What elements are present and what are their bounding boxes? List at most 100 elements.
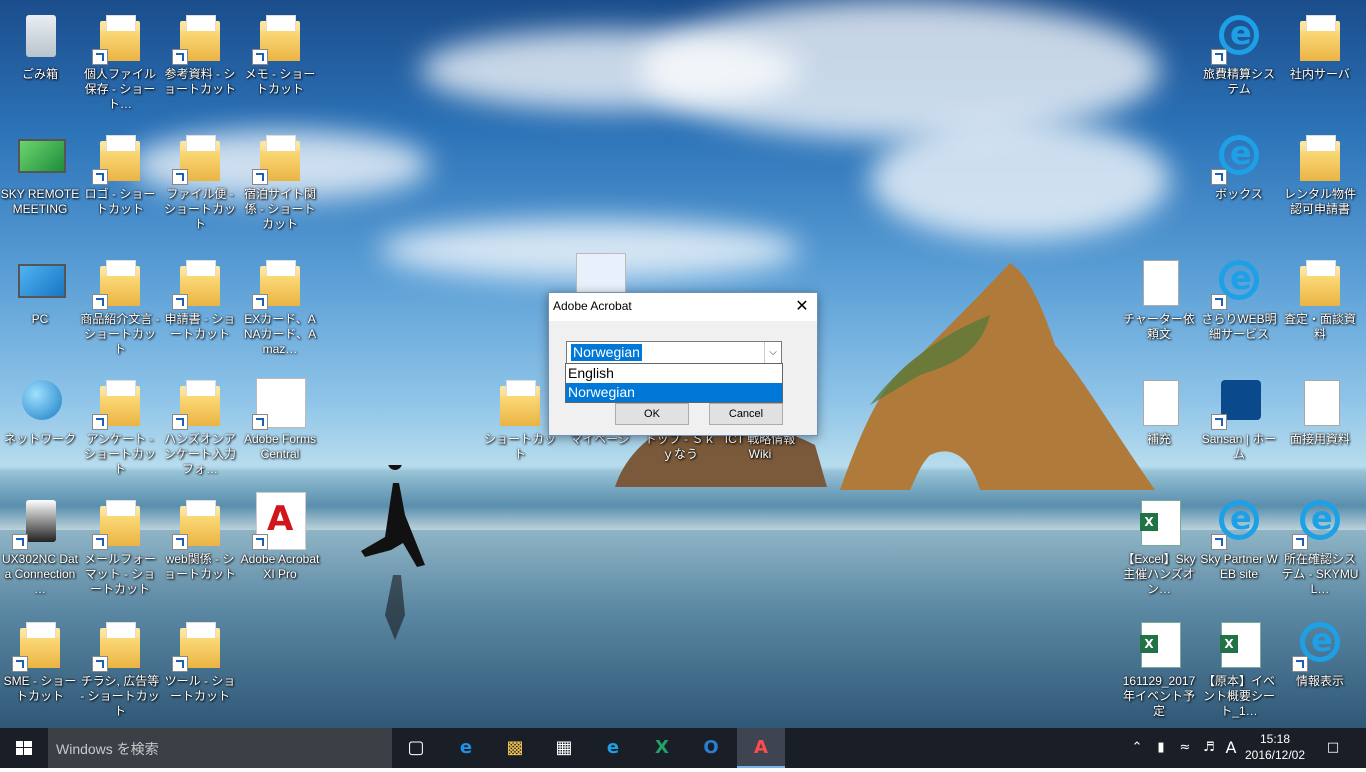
notification-icon[interactable]: □ — [1318, 728, 1348, 768]
desktop-icon-label: 補充 — [1146, 432, 1171, 446]
desktop-icon-label: メモ - ショートカット — [244, 67, 316, 96]
desktop-icon-label: 【Excel】Sky主催ハンズオン… — [1122, 552, 1196, 596]
volume-icon[interactable]: ♬ — [1198, 728, 1220, 768]
desktop-icon-label: SME - ショートカット — [3, 674, 77, 703]
desktop-icon-label: ネットワーク — [3, 432, 76, 446]
desktop-icon-recycle-bin[interactable]: ごみ箱 — [0, 5, 80, 113]
desktop-icon-handson-survey[interactable]: ハンズオンアンケート入力フォ… — [160, 370, 240, 478]
desktop-icon-survey[interactable]: アンケート - ショートカット — [80, 370, 160, 478]
outlook-icon[interactable]: O — [687, 728, 735, 768]
battery-icon[interactable]: ▮ — [1150, 728, 1172, 768]
edge-icon[interactable]: e — [442, 728, 490, 768]
desktop-icon-mail-format[interactable]: メールフォーマット - ショートカット — [80, 490, 160, 598]
acrobat-icon[interactable]: A — [737, 728, 785, 768]
desktop-icon-info-display[interactable]: 情報表示 — [1280, 612, 1360, 720]
excel-icon — [1140, 500, 1181, 546]
wallpaper-cloud — [640, 0, 1160, 140]
desktop-icon-sky-remote-meeting[interactable]: SKY REMOTE MEETING — [0, 125, 80, 233]
ok-button[interactable]: OK — [615, 403, 689, 425]
desktop-icon-internal-server[interactable]: 社内サーバ — [1280, 5, 1360, 113]
desktop-icon-label: 情報表示 — [1295, 674, 1344, 688]
desktop-icon-web[interactable]: web関係 - ショートカット — [160, 490, 240, 598]
desktop-icon-logo[interactable]: ロゴ - ショートカット — [80, 125, 160, 233]
desktop-icon-label: 旅費精算システム — [1202, 67, 1275, 96]
desktop-icon-flyers[interactable]: チラシ, 広告等 - ショートカット — [80, 612, 160, 720]
desktop-icon-sarari-web[interactable]: さらりWEB明細サービス — [1199, 250, 1279, 358]
desktop-icon-label: チャーター依頼文 — [1123, 312, 1195, 341]
ime-indicator[interactable]: A — [1220, 728, 1242, 768]
desktop-icon-hiden[interactable] — [560, 245, 640, 303]
desktop-icon-network[interactable]: ネットワーク — [0, 370, 80, 478]
taskbar-search[interactable]: Windows を検索 — [48, 728, 392, 768]
language-options-list: English Norwegian — [565, 363, 783, 403]
desktop-icon-label: 面接用資料 — [1289, 432, 1350, 446]
desktop-icon-personal-files[interactable]: 個人ファイル保存 - ショート… — [80, 5, 160, 113]
desktop-icon-interview[interactable]: 面接用資料 — [1280, 370, 1360, 478]
desktop-icon-label: UX302NC Data Connection … — [1, 552, 79, 596]
desktop-icon-label: ごみ箱 — [21, 67, 58, 81]
desktop-icon-label: トップ - Ｓｋｙなう — [644, 432, 716, 461]
desktop-icon-label: ハンズオンアンケート入力フォ… — [163, 432, 236, 476]
cancel-button[interactable]: Cancel — [709, 403, 783, 425]
chevron-down-icon[interactable]: ⌵ — [764, 342, 781, 363]
excel-icon — [1140, 622, 1181, 668]
store-icon[interactable]: ▦ — [540, 728, 588, 768]
language-option-norwegian[interactable]: Norwegian — [566, 383, 782, 402]
start-button[interactable] — [0, 728, 48, 768]
folder-icon — [1300, 260, 1340, 306]
chevron-up-icon[interactable]: ⌃ — [1127, 728, 1147, 768]
task-view-icon[interactable]: ▢ — [392, 728, 440, 768]
desktop-icon-ex-card[interactable]: EXカード、ANAカード、Amaz… — [240, 250, 320, 358]
desktop-icon-label: アンケート - ショートカット — [83, 432, 156, 476]
desktop-icon-event-schedule[interactable]: 161129_2017年イベント予定 — [1119, 612, 1199, 720]
desktop-icon-application-forms[interactable]: 申請書 - ショートカット — [160, 250, 240, 358]
language-select[interactable]: Norwegian ⌵ — [566, 341, 782, 364]
wifi-icon[interactable]: ≈ — [1174, 728, 1196, 768]
desktop-icon-sansan[interactable]: Sansan | ホーム — [1199, 370, 1279, 478]
desktop-icon-ux302nc[interactable]: UX302NC Data Connection … — [0, 490, 80, 598]
wallpaper-cloud — [870, 120, 1170, 240]
desktop-icon-label: ロゴ - ショートカット — [84, 187, 156, 216]
desktop-icon-memo[interactable]: メモ - ショートカット — [240, 5, 320, 113]
dialog-titlebar[interactable]: Adobe Acrobat ✕ — [549, 293, 817, 321]
desktop-icon-charter-request[interactable]: チャーター依頼文 — [1119, 250, 1199, 358]
desktop-icon-pc[interactable]: PC — [0, 250, 80, 358]
language-option-english[interactable]: English — [566, 364, 782, 383]
desktop-icon-label: ボックス — [1215, 187, 1263, 201]
desktop-icon-excel-handson[interactable]: 【Excel】Sky主催ハンズオン… — [1119, 490, 1199, 598]
excel-folder-icon — [500, 380, 540, 426]
desktop-icon-forms-central[interactable]: Adobe FormsCentral — [240, 370, 320, 478]
desktop-icon-file-delivery[interactable]: ファイル便 - ショートカット — [160, 125, 240, 233]
excel-icon[interactable]: X — [638, 728, 686, 768]
ie-icon[interactable]: e — [589, 728, 637, 768]
desktop-icon-label: Adobe FormsCentral — [243, 432, 317, 461]
clock[interactable]: 15:18 2016/12/02 — [1242, 731, 1308, 763]
file-explorer-icon[interactable]: ▩ — [491, 728, 539, 768]
network-icon — [22, 380, 62, 420]
desktop-icon-assessment[interactable]: 査定・面談資料 — [1280, 250, 1360, 358]
desktop-icon-rental-approval[interactable]: レンタル物件認可申請書 — [1280, 125, 1360, 233]
desktop-icon-label: ファイル便 - ショートカット — [163, 187, 236, 231]
desktop-icon-label: チラシ, 広告等 - ショートカット — [80, 674, 160, 718]
clock-date: 2016/12/02 — [1244, 748, 1306, 762]
desktop-icon-label: ICT 戦略情報 Wiki — [724, 432, 796, 461]
document-icon — [1143, 380, 1179, 426]
desktop-icon-tools[interactable]: ツール - ショートカット — [160, 612, 240, 720]
desktop-icon-label: 【原本】イベント概要シート_1… — [1202, 674, 1275, 718]
desktop-icon-product-text[interactable]: 商品紹介文言 - ショートカット — [80, 250, 160, 358]
desktop-icon-reference[interactable]: 参考資料 - ショートカット — [160, 5, 240, 113]
desktop-icon-lodging[interactable]: 宿泊サイト関係 - ショートカット — [240, 125, 320, 233]
desktop-icon-event-summary[interactable]: 【原本】イベント概要シート_1… — [1199, 612, 1279, 720]
search-placeholder: Windows を検索 — [56, 741, 159, 757]
desktop-icon-location-check[interactable]: 所在確認システム - SKYMUL… — [1280, 490, 1360, 598]
document-icon — [1143, 260, 1179, 306]
desktop-icon-travel-expense[interactable]: 旅費精算システム — [1199, 5, 1279, 113]
desktop-icon-supplement[interactable]: 補充 — [1119, 370, 1199, 478]
desktop-icon-sky-partner[interactable]: Sky Partner WEB site — [1199, 490, 1279, 598]
desktop-icon-label: 参考資料 - ショートカット — [163, 67, 236, 96]
desktop-icon-box[interactable]: ボックス — [1199, 125, 1279, 233]
desktop-icon-acrobat[interactable]: Adobe Acrobat XI Pro — [240, 490, 320, 598]
desktop-icon-sme[interactable]: SME - ショートカット — [0, 612, 80, 720]
desktop-icon-label: 161129_2017年イベント予定 — [1122, 674, 1196, 718]
close-icon[interactable]: ✕ — [787, 293, 817, 321]
